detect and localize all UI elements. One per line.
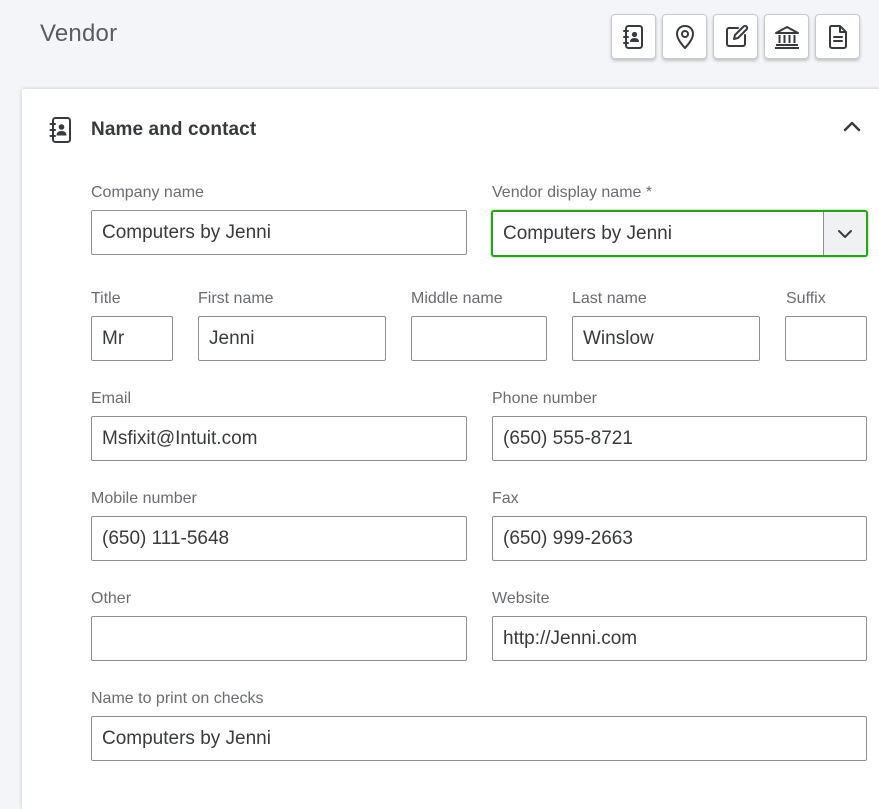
- last-name-input[interactable]: [572, 316, 760, 361]
- attachments-toolbar-button[interactable]: [815, 14, 860, 59]
- document-icon: [828, 24, 847, 49]
- page-title: Vendor: [40, 20, 118, 47]
- chevron-down-icon: [838, 229, 852, 238]
- first-name-label: First name: [198, 290, 274, 307]
- fax-input[interactable]: [492, 516, 867, 561]
- name-contact-card: Name and contact Company name Vendor dis…: [22, 89, 879, 809]
- map-pin-icon: [675, 24, 694, 49]
- email-input[interactable]: [91, 416, 467, 461]
- email-label: Email: [91, 390, 132, 407]
- fax-label: Fax: [492, 490, 519, 507]
- vendor-toolbar: [611, 14, 860, 59]
- mobile-input[interactable]: [91, 516, 467, 561]
- other-label: Other: [91, 590, 132, 607]
- address-toolbar-button[interactable]: [662, 14, 707, 59]
- title-input[interactable]: [91, 316, 173, 361]
- display-name-label: Vendor display name *: [492, 184, 653, 201]
- chevron-up-icon[interactable]: [840, 114, 864, 138]
- middle-name-input[interactable]: [411, 316, 547, 361]
- last-name-label: Last name: [572, 290, 647, 307]
- title-label: Title: [91, 290, 121, 307]
- section-header[interactable]: Name and contact: [22, 89, 879, 171]
- website-label: Website: [492, 590, 550, 607]
- payments-toolbar-button[interactable]: [764, 14, 809, 59]
- suffix-label: Suffix: [786, 290, 826, 307]
- suffix-input[interactable]: [785, 316, 867, 361]
- section-title: Name and contact: [91, 119, 257, 140]
- first-name-input[interactable]: [198, 316, 386, 361]
- company-name-input[interactable]: [91, 210, 467, 255]
- display-name-combobox[interactable]: [491, 210, 868, 257]
- bank-icon: [774, 25, 799, 49]
- notes-toolbar-button[interactable]: [713, 14, 758, 59]
- website-input[interactable]: [492, 616, 867, 661]
- middle-name-label: Middle name: [411, 290, 503, 307]
- phone-input[interactable]: [492, 416, 867, 461]
- phone-label: Phone number: [492, 390, 597, 407]
- display-name-input[interactable]: [493, 212, 823, 255]
- edit-note-icon: [725, 24, 748, 47]
- print-name-label: Name to print on checks: [91, 690, 264, 707]
- other-input[interactable]: [91, 616, 467, 661]
- contact-toolbar-button[interactable]: [611, 14, 656, 59]
- print-name-input[interactable]: [91, 716, 867, 761]
- company-name-label: Company name: [91, 184, 204, 201]
- contact-book-icon: [622, 24, 643, 49]
- contact-book-icon: [49, 117, 71, 143]
- mobile-label: Mobile number: [91, 490, 197, 507]
- display-name-dropdown-button[interactable]: [823, 212, 866, 255]
